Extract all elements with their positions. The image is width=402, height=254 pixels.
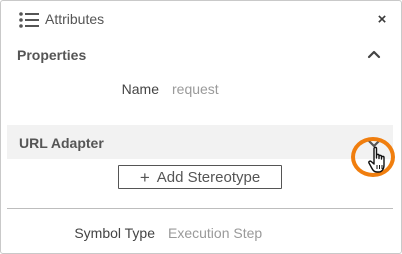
- symbol-type-value[interactable]: Execution Step: [168, 225, 262, 241]
- add-stereotype-button[interactable]: + Add Stereotype: [118, 165, 282, 189]
- property-name-label: Name: [121, 81, 159, 97]
- property-row-name: Name request: [1, 81, 401, 101]
- url-adapter-label: URL Adapter: [19, 135, 104, 151]
- url-adapter-section-header[interactable]: URL Adapter: [7, 125, 393, 159]
- plus-icon: +: [139, 167, 150, 187]
- properties-section-header[interactable]: Properties: [1, 41, 401, 69]
- property-name-value[interactable]: request: [172, 81, 219, 97]
- property-row-symbol-type: Symbol Type Execution Step: [1, 225, 401, 245]
- list-icon: [19, 11, 39, 29]
- panel-title: Attributes: [45, 11, 105, 27]
- section-divider: [7, 208, 393, 209]
- properties-label: Properties: [17, 47, 87, 63]
- attributes-panel: Attributes × Properties Name request URL…: [0, 0, 402, 254]
- symbol-type-label: Symbol Type: [74, 225, 155, 241]
- panel-header: Attributes ×: [1, 1, 401, 39]
- close-icon[interactable]: ×: [375, 10, 389, 28]
- add-stereotype-label: Add Stereotype: [156, 168, 261, 186]
- chevron-up-icon[interactable]: [367, 47, 381, 61]
- chevron-down-icon[interactable]: [367, 137, 381, 151]
